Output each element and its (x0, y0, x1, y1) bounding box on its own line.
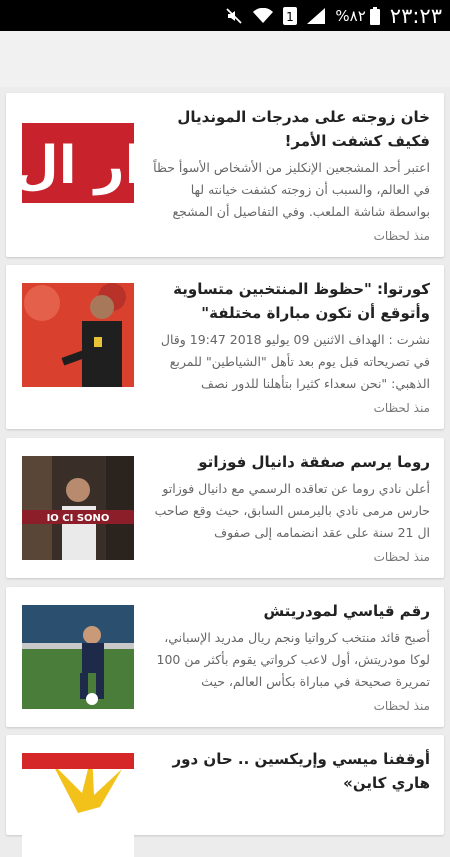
signal-icon (307, 7, 326, 24)
sim-icon: 1 (283, 6, 298, 25)
article-time: منذ لحظات (373, 699, 430, 713)
article-headline[interactable]: روما يرسم صفقة دانيال فوزاتو (148, 450, 430, 474)
article-time: منذ لحظات (373, 229, 430, 243)
article-excerpt: أصبح قائد منتخب كرواتيا ونجم ريال مدريد … (156, 630, 430, 689)
status-bar: 1 %٨٢ ٢٣:٢٣ (0, 0, 450, 31)
article-headline[interactable]: أوقفنا ميسي وإريكسين .. حان دور هاري كاي… (148, 747, 430, 795)
news-card[interactable]: IO CI SONO روما يرسم صفقة دانيال فوزاتو … (6, 438, 444, 578)
battery-icon (369, 6, 380, 25)
battery-percent: %٨٢ (335, 6, 366, 25)
article-excerpt: أعلن نادي روما عن تعاقده الرسمي مع دانيا… (154, 481, 430, 540)
article-headline[interactable]: كورتوا: "حظوظ المنتخبين متساوية وأتوقع أ… (148, 277, 430, 325)
header-spacer (0, 31, 450, 87)
wifi-icon (253, 7, 274, 24)
article-excerpt: نشرت : الهداف الاثنين 09 يوليو 2018 19:4… (160, 332, 430, 391)
svg-text:1: 1 (287, 10, 295, 24)
article-headline[interactable]: خان زوجته على مدرجات المونديال فكيف كشفت… (148, 105, 430, 153)
article-time: منذ لحظات (373, 550, 430, 564)
news-card[interactable]: رقم قياسي لمودريتش أصبح قائد منتخب كروات… (6, 587, 444, 727)
clock: ٢٣:٢٣ (389, 3, 442, 28)
mute-icon (225, 7, 243, 25)
article-thumbnail[interactable] (22, 605, 134, 709)
article-thumbnail[interactable]: IO CI SONO (22, 456, 134, 560)
news-card[interactable]: أوقفنا ميسي وإريكسين .. حان دور هاري كاي… (6, 735, 444, 857)
article-excerpt: اعتبر أحد المشجعين الإنكليز من الأشخاص ا… (153, 160, 430, 219)
article-thumbnail[interactable] (22, 753, 134, 857)
article-headline[interactable]: رقم قياسي لمودريتش (148, 599, 430, 623)
article-thumbnail[interactable]: ار ال (22, 111, 134, 215)
thumbnail-scarf-text: IO CI SONO (47, 513, 110, 524)
news-card[interactable]: كورتوا: "حظوظ المنتخبين متساوية وأتوقع أ… (6, 265, 444, 429)
thumbnail-logo-text: ار ال (22, 136, 134, 196)
article-time: منذ لحظات (373, 401, 430, 415)
article-thumbnail[interactable] (22, 283, 134, 387)
news-card[interactable]: ار ال خان زوجته على مدرجات المونديال فكي… (6, 93, 444, 257)
